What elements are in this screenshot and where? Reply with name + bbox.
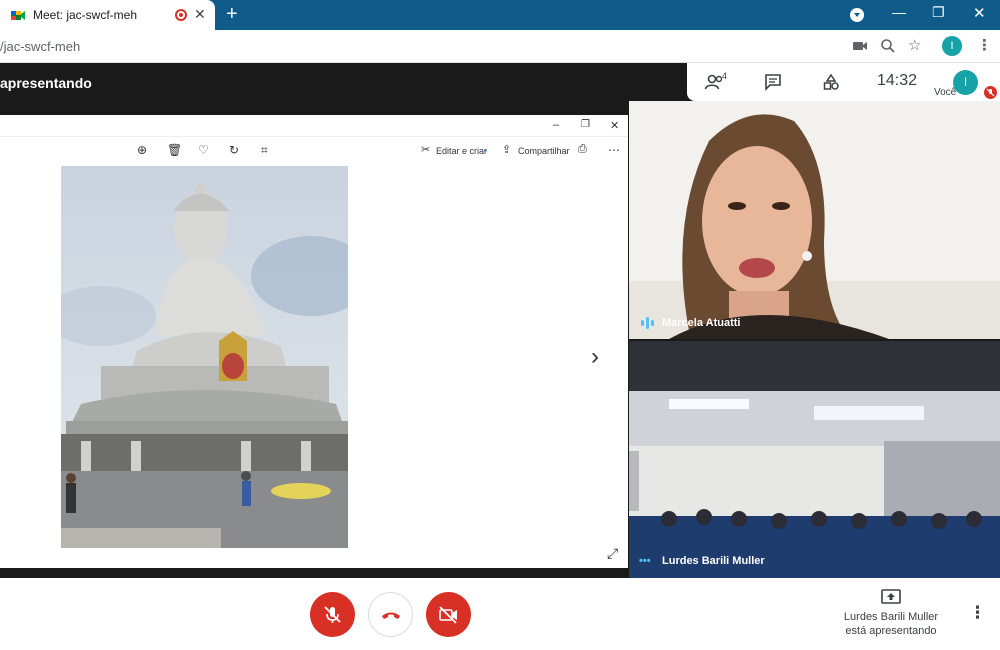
url-text[interactable]: /jac-swcf-meh	[0, 39, 80, 54]
new-tab-button[interactable]: +	[226, 3, 238, 26]
tab-title: Meet: jac-swcf-meh	[33, 8, 138, 22]
share-button[interactable]: Compartilhar	[518, 146, 570, 156]
window-close-icon[interactable]: ✕	[973, 4, 986, 22]
speaking-indicator-icon	[641, 317, 654, 329]
photos-title-bar: – ❐ ✕	[0, 115, 628, 137]
participant-tile[interactable]: Marcela Atuatti	[629, 101, 1000, 339]
presenting-status-text: está apresentando	[845, 625, 937, 637]
leave-call-button[interactable]	[368, 592, 413, 637]
profile-avatar[interactable]: I	[942, 36, 962, 56]
tab-search-icon[interactable]	[850, 8, 864, 22]
browser-tab[interactable]: Meet: jac-swcf-meh ✕	[0, 0, 215, 30]
photos-close-icon[interactable]: ✕	[610, 119, 619, 132]
shared-screen-photos-app: – ❐ ✕ ⊕ 🗑 ♡ ↻ ⌗ ✂ Editar e criar ⌄ ⇪ Com…	[0, 115, 628, 568]
participant-video	[629, 101, 1000, 339]
restore-icon[interactable]: ❐	[932, 4, 945, 21]
next-photo-arrow-icon[interactable]: ›	[591, 343, 599, 371]
chat-icon[interactable]	[764, 73, 782, 91]
self-muted-icon	[984, 86, 997, 99]
address-bar: /jac-swcf-meh ☆ I ⋮	[0, 30, 1000, 63]
tab-close-icon[interactable]: ✕	[194, 6, 206, 23]
presenting-label: apresentando	[0, 75, 92, 91]
share-icon[interactable]: ⇪	[502, 143, 511, 156]
recording-indicator-icon	[175, 9, 187, 21]
presenter-name: Lurdes Barili Muller	[843, 611, 939, 623]
minimize-icon[interactable]: —	[892, 4, 906, 20]
microphone-off-icon	[324, 606, 341, 623]
photos-minimize-icon[interactable]: –	[553, 119, 559, 131]
camera-permission-icon[interactable]	[851, 37, 869, 55]
participant-name: Marcela Atuatti	[662, 317, 741, 329]
google-meet-icon	[11, 11, 25, 20]
microphone-toggle-button[interactable]	[310, 592, 355, 637]
favorite-icon[interactable]: ♡	[198, 143, 209, 157]
meeting-clock: 14:32	[877, 72, 918, 89]
audio-indicator-icon: •••	[639, 555, 651, 567]
browser-menu-icon[interactable]: ⋮	[977, 36, 992, 54]
crop-icon[interactable]: ⌗	[261, 143, 268, 158]
zoom-in-icon[interactable]: ⊕	[137, 143, 147, 157]
more-options-menu-icon[interactable]: ⋮	[969, 603, 986, 623]
participant-name: Lurdes Barili Muller	[662, 555, 765, 567]
edit-create-button[interactable]: Editar e criar	[436, 146, 487, 156]
expand-icon[interactable]: ⤢	[607, 545, 618, 562]
rotate-icon[interactable]: ↻	[229, 143, 239, 157]
present-screen-icon[interactable]	[880, 588, 902, 606]
buddha-photo	[61, 166, 348, 548]
self-label: Você	[934, 87, 957, 98]
camera-toggle-button[interactable]	[426, 592, 471, 637]
photos-restore-icon[interactable]: ❐	[581, 119, 590, 130]
self-avatar: I	[953, 70, 978, 95]
participant-video	[629, 341, 1000, 578]
browser-tab-strip: Meet: jac-swcf-meh ✕ + — ❐ ✕	[0, 0, 1000, 30]
activities-icon[interactable]	[822, 73, 840, 91]
more-options-icon[interactable]: ⋯	[608, 143, 620, 157]
participant-tile[interactable]: ••• Lurdes Barili Muller	[629, 341, 1000, 578]
print-icon[interactable]: ⎙	[578, 143, 587, 156]
presentation-status[interactable]: Lurdes Barili Muller está apresentando	[838, 610, 944, 638]
bookmark-star-icon[interactable]: ☆	[908, 36, 921, 54]
zoom-icon[interactable]	[879, 37, 897, 55]
edit-create-icon[interactable]: ✂	[421, 143, 430, 156]
delete-icon[interactable]: 🗑	[167, 143, 182, 157]
camera-off-icon	[439, 606, 457, 624]
participants-count: 4	[722, 71, 728, 81]
chevron-down-icon[interactable]: ⌄	[482, 145, 489, 154]
hang-up-icon	[382, 612, 400, 619]
